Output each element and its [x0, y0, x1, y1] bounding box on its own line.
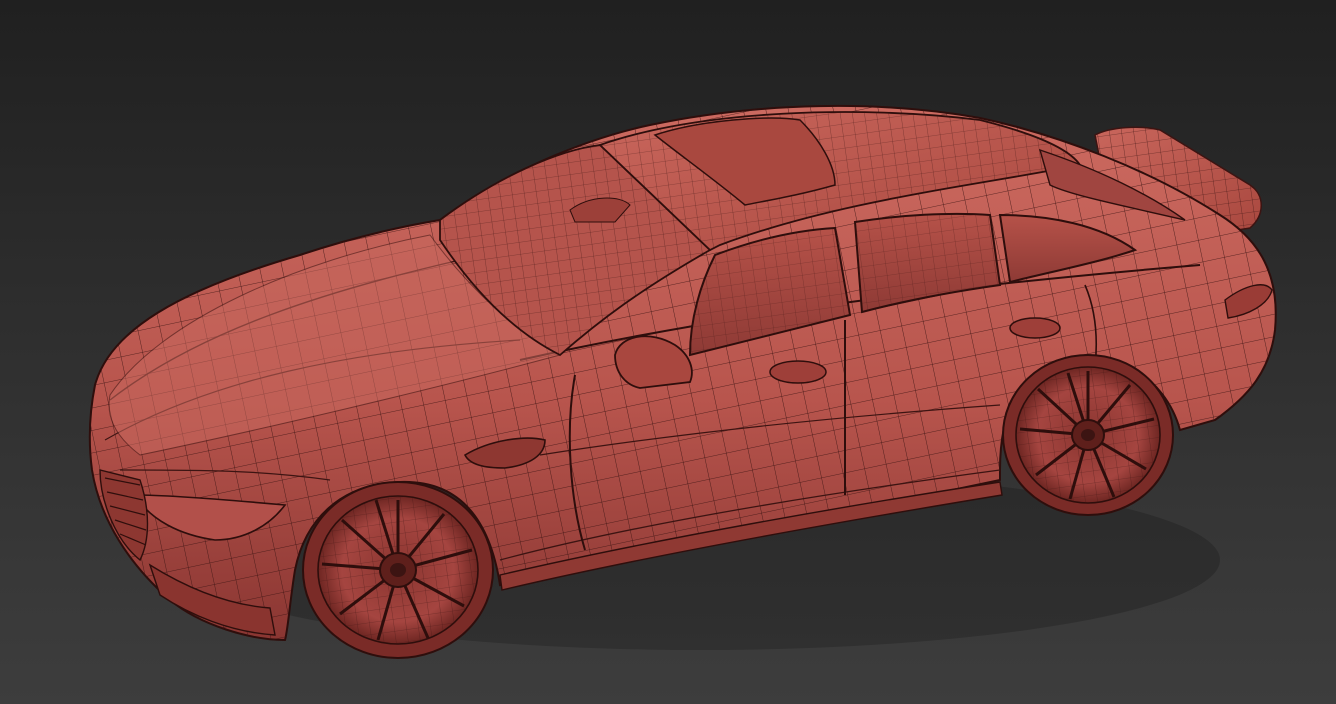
rear-wheel — [1002, 354, 1174, 516]
door-handle-front — [769, 360, 827, 384]
door-handle-rear — [1009, 317, 1061, 339]
car-model[interactable] — [80, 90, 1300, 659]
front-wheel — [302, 481, 494, 659]
3d-viewport[interactable] — [0, 0, 1336, 704]
viewport-scene[interactable] — [0, 0, 1336, 704]
